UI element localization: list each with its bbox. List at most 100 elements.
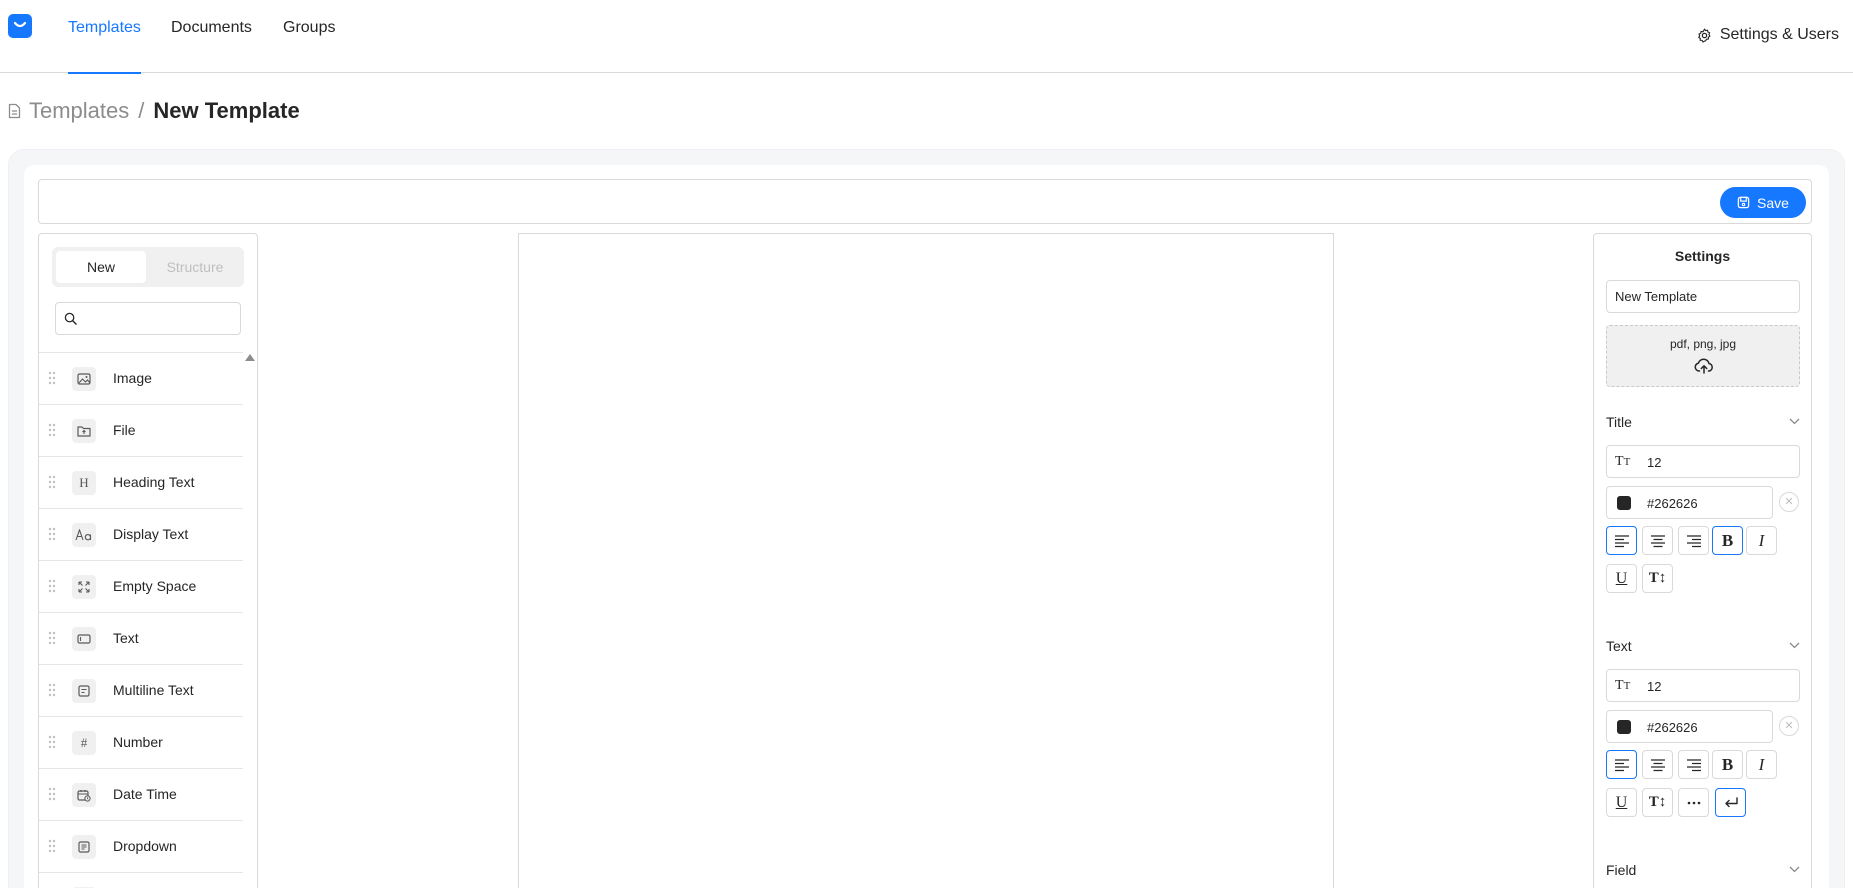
align-center-icon [1650,534,1665,547]
list-item-dropdown[interactable]: Dropdown [39,821,243,873]
list-item-file[interactable]: File [39,405,243,457]
chevron-down-icon [1789,418,1800,425]
tab-structure[interactable]: Structure [150,251,240,283]
nav-tab-documents[interactable]: Documents [171,0,252,73]
nav-tab-templates[interactable]: Templates [68,0,141,74]
empty-space-icon [72,575,96,599]
italic-icon: I [1758,530,1765,550]
text-color-clear-icon[interactable]: ✕ [1779,716,1799,736]
top-navigation: Templates Documents Groups Settings & Us… [0,0,1853,74]
tab-new[interactable]: New [56,251,146,283]
chevron-down-icon [1789,866,1800,873]
title-font-size-input[interactable]: TT 12 [1606,445,1800,478]
text-line-height-button[interactable]: T↕ [1642,788,1673,817]
list-item-heading-text[interactable]: H Heading Text [39,457,243,509]
cloud-upload-icon [1694,358,1713,374]
date-time-icon [72,783,96,807]
title-color-input[interactable]: #262626 [1606,486,1773,519]
image-icon [72,367,96,391]
heading-icon: H [72,471,96,495]
number-icon: # [72,731,96,755]
nav-tab-groups[interactable]: Groups [283,0,335,73]
title-align-center-button[interactable] [1642,526,1673,555]
save-button[interactable]: Save [1720,187,1806,218]
drag-handle-icon[interactable] [48,839,56,853]
chevron-down-icon [1789,642,1800,649]
drag-handle-icon[interactable] [48,371,56,385]
page-title: New Template [153,98,300,123]
align-right-icon [1686,534,1701,547]
list-item-display-text[interactable]: Display Text [39,509,243,561]
text-font-size-input[interactable]: TT 12 [1606,669,1800,702]
title-bold-button[interactable]: B [1712,526,1743,555]
color-swatch[interactable] [1617,496,1631,510]
title-color-clear-icon[interactable]: ✕ [1779,492,1799,512]
save-button-label: Save [1757,194,1789,211]
drag-handle-icon[interactable] [48,735,56,749]
title-color-value: #262626 [1647,496,1698,511]
list-item-label: Dropdown [113,838,177,854]
drag-handle-icon[interactable] [48,579,56,593]
title-align-right-button[interactable] [1678,526,1709,555]
title-section-label: Title [1606,414,1632,430]
list-item-partial[interactable] [39,873,243,888]
text-color-value: #262626 [1647,720,1698,735]
settings-users-label: Settings & Users [1719,26,1839,43]
scroll-up-arrow[interactable] [245,354,255,361]
drag-handle-icon[interactable] [48,527,56,541]
dropdown-icon [72,835,96,859]
text-align-right-button[interactable] [1678,750,1709,779]
drag-handle-icon[interactable] [48,787,56,801]
text-italic-button[interactable]: I [1746,750,1777,779]
field-section-header[interactable]: Field [1606,862,1800,882]
list-item-label: Date Time [113,786,177,802]
smile-logo-icon [13,21,27,28]
list-item-label: Heading Text [113,474,195,490]
background-upload[interactable]: pdf, png, jpg [1606,325,1800,387]
list-item-label: Display Text [113,526,189,542]
title-underline-button[interactable]: U [1606,564,1637,593]
text-color-input[interactable]: #262626 [1606,710,1773,743]
list-item-text[interactable]: Text [39,613,243,665]
text-bold-button[interactable]: B [1712,750,1743,779]
template-canvas[interactable] [518,233,1334,888]
app-logo[interactable] [8,14,32,38]
list-item-label: Number [113,734,163,750]
align-left-icon [1614,758,1629,771]
align-center-icon [1650,758,1665,771]
text-truncate-button[interactable] [1678,788,1709,817]
list-item-number[interactable]: # Number [39,717,243,769]
breadcrumb: Templates / New Template [8,98,300,124]
title-italic-button[interactable]: I [1746,526,1777,555]
drag-handle-icon[interactable] [48,631,56,645]
text-section-header[interactable]: Text [1606,638,1800,658]
text-wrap-button[interactable] [1715,788,1746,817]
text-underline-button[interactable]: U [1606,788,1637,817]
underline-icon: U [1615,793,1628,811]
title-line-height-button[interactable]: T↕ [1642,564,1673,593]
search-input[interactable] [84,307,234,331]
list-item-label: Image [113,370,152,386]
breadcrumb-templates-link[interactable]: Templates [29,98,129,124]
document-icon [8,103,21,119]
italic-icon: I [1758,754,1765,774]
settings-users-link[interactable]: Settings & Users [1697,26,1839,44]
drag-handle-icon[interactable] [48,683,56,697]
drag-handle-icon[interactable] [48,423,56,437]
file-icon [72,419,96,443]
settings-panel: Settings New Template pdf, png, jpg Titl… [1593,233,1812,888]
align-right-icon [1686,758,1701,771]
text-align-left-button[interactable] [1606,750,1637,779]
drag-handle-icon[interactable] [48,475,56,489]
title-align-left-button[interactable] [1606,526,1637,555]
list-item-multiline-text[interactable]: Multiline Text [39,665,243,717]
breadcrumb-separator: / [138,98,145,123]
title-section-header[interactable]: Title [1606,414,1800,434]
list-item-label: Text [113,630,139,646]
list-item-empty-space[interactable]: Empty Space [39,561,243,613]
list-item-image[interactable]: Image [39,353,243,405]
text-align-center-button[interactable] [1642,750,1673,779]
template-name-input[interactable]: New Template [1606,280,1800,313]
color-swatch[interactable] [1617,720,1631,734]
list-item-date-time[interactable]: Date Time [39,769,243,821]
